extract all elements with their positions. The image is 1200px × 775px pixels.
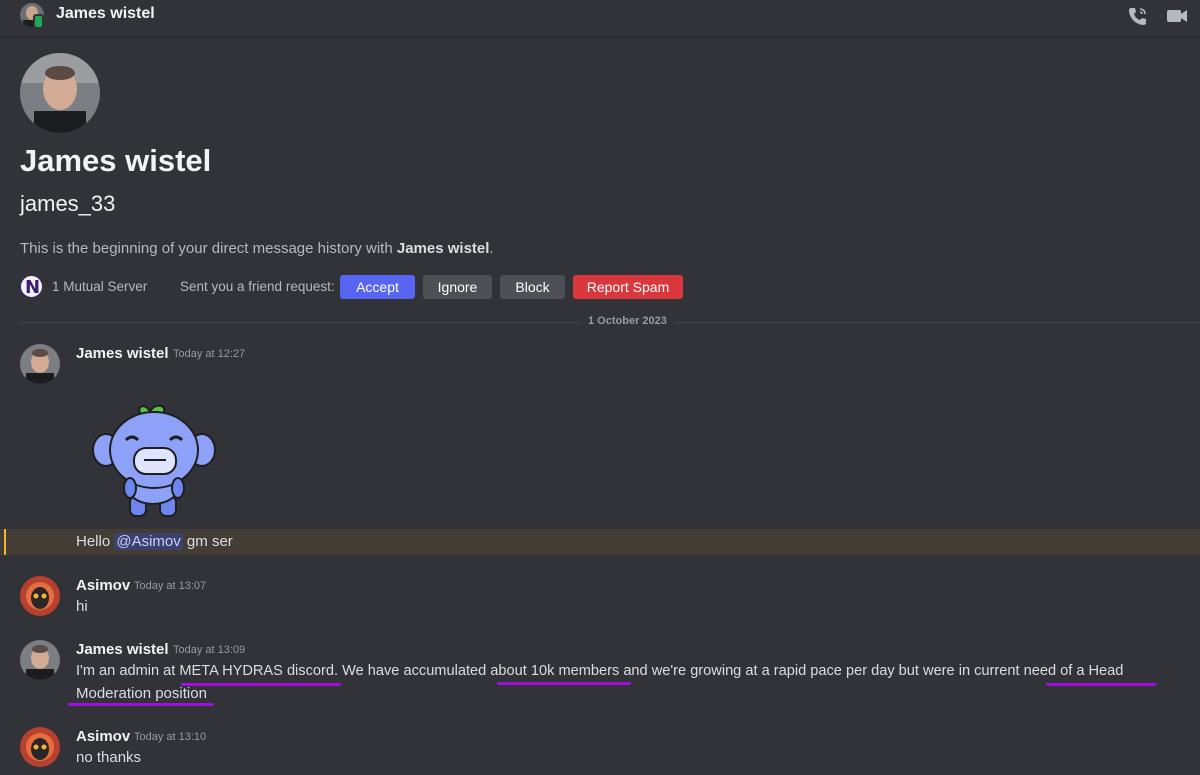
header-title: James wistel: [56, 5, 155, 22]
mobile-status-icon: [33, 14, 44, 29]
description-name: James wistel: [396, 240, 490, 257]
mutual-server-link[interactable]: 1 Mutual Server: [52, 279, 147, 294]
message-avatar[interactable]: [20, 727, 60, 767]
message-author[interactable]: Asimov: [76, 577, 130, 594]
profile-avatar[interactable]: [20, 53, 100, 133]
channel-header: James wistel: [0, 0, 1200, 38]
accept-button[interactable]: Accept: [340, 275, 415, 299]
annotation-underline: [68, 703, 214, 706]
ignore-button[interactable]: Ignore: [423, 275, 492, 299]
message-author[interactable]: James wistel: [76, 345, 169, 362]
message-content: no thanks: [76, 749, 142, 766]
message-timestamp: Today at 13:09: [173, 644, 246, 656]
message-text: gm ser: [182, 533, 233, 550]
friend-request-row: N 1 Mutual Server Sent you a friend requ…: [20, 275, 720, 299]
message-author[interactable]: Asimov: [76, 728, 130, 745]
annotation-underline: [497, 682, 631, 685]
message-content-line: Moderation position: [76, 685, 207, 702]
dm-history-description: This is the beginning of your direct mes…: [20, 240, 494, 257]
user-mention[interactable]: @Asimov: [114, 533, 183, 550]
date-divider-label: 1 October 2023: [580, 315, 675, 327]
message-timestamp: Today at 13:07: [134, 580, 207, 592]
message-timestamp: Today at 12:27: [173, 348, 246, 360]
message-avatar[interactable]: [20, 640, 60, 680]
profile-username: james_33: [20, 191, 116, 216]
description-prefix: This is the beginning of your direct mes…: [20, 240, 397, 257]
description-suffix: .: [489, 240, 494, 257]
message-author[interactable]: James wistel: [76, 641, 169, 658]
message-text: Hello: [76, 533, 115, 550]
message-content: hi: [76, 598, 88, 615]
profile-display-name: James wistel: [20, 143, 212, 178]
message-avatar[interactable]: [20, 344, 60, 384]
block-button[interactable]: Block: [500, 275, 565, 299]
server-initial: N: [25, 277, 41, 298]
message-content: Hello @Asimov gm ser: [76, 533, 233, 550]
video-call-icon[interactable]: [1166, 6, 1188, 26]
annotation-underline: [181, 683, 341, 686]
mention-highlight-bar: [4, 529, 6, 555]
message-avatar[interactable]: [20, 576, 60, 616]
voice-call-icon[interactable]: [1127, 6, 1149, 26]
annotation-underline: [1046, 683, 1156, 686]
friend-request-text: Sent you a friend request:: [180, 279, 335, 294]
message-content-line: I'm an admin at META HYDRAS discord. We …: [76, 663, 1124, 679]
message-timestamp: Today at 13:10: [134, 731, 207, 743]
wumpus-sticker: [84, 398, 224, 526]
report-spam-button[interactable]: Report Spam: [573, 275, 683, 299]
mutual-server-icon[interactable]: N: [20, 275, 43, 298]
